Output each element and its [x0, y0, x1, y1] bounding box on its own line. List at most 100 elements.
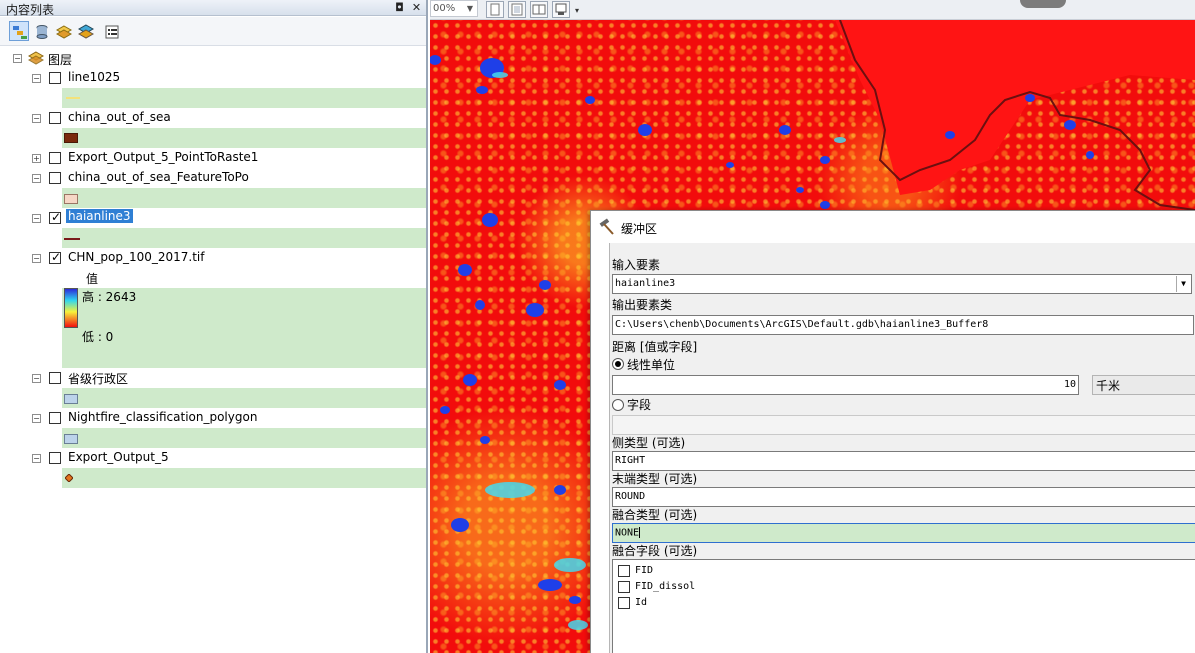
layers-root[interactable]: − 图层 — [0, 48, 426, 68]
layer-row-export-output-5[interactable]: − Export_Output_5 — [0, 448, 426, 468]
pin-icon[interactable]: ◘ — [393, 1, 406, 14]
layers-root-label: 图层 — [48, 53, 73, 67]
dissolve-field-checkbox-fid[interactable] — [618, 565, 630, 577]
collapse-icon[interactable]: − — [32, 454, 41, 463]
collapse-icon[interactable]: − — [13, 54, 22, 63]
layer-row-china-out-of-sea-featuretopo[interactable]: − china_out_of_sea_FeatureToPo — [0, 168, 426, 188]
collapse-icon[interactable]: − — [32, 414, 41, 423]
layer-row-provinces[interactable]: − 省级行政区 — [0, 368, 426, 388]
layer-name[interactable]: china_out_of_sea_FeatureToPo — [68, 170, 249, 184]
dissolve-type-label: 融合类型 (可选) — [612, 508, 698, 522]
floating-circle-widget[interactable] — [1020, 0, 1066, 8]
layer-row-chn-pop-raster[interactable]: − ✓ CHN_pop_100_2017.tif — [0, 248, 426, 268]
zoom-combo[interactable]: 00% ▼ — [430, 0, 478, 17]
distance-label: 距离 [值或字段] — [612, 340, 698, 354]
layer-name[interactable]: Nightfire_classification_polygon — [68, 410, 257, 424]
raster-legend-field: 值 — [86, 272, 99, 286]
chevron-down-icon[interactable]: ▼ — [464, 2, 476, 15]
layer-name[interactable]: CHN_pop_100_2017.tif — [68, 250, 204, 264]
toolbar-overflow-icon[interactable]: ▾ — [575, 6, 579, 15]
buffer-tool-dialog: 缓冲区 输入要素 haianline3 ▼ 输出要素类 C:\Users\che… — [590, 210, 1195, 653]
toc-title: 内容列表 — [6, 3, 55, 17]
collapse-icon[interactable]: − — [32, 374, 41, 383]
map-toolbar: 00% ▼ ▾ — [430, 0, 1195, 20]
collapse-icon[interactable]: − — [32, 174, 41, 183]
dissolve-field-checkbox-fid-dissol[interactable] — [618, 581, 630, 593]
page-layout-button[interactable] — [486, 1, 504, 18]
linear-unit-radio[interactable] — [612, 358, 624, 370]
database-icon — [36, 25, 48, 39]
chevron-down-icon[interactable]: ▼ — [1176, 276, 1190, 292]
page-icon — [490, 3, 500, 16]
layer-name[interactable]: line1025 — [68, 70, 120, 84]
layer-name[interactable]: china_out_of_sea — [68, 110, 171, 124]
output-feature-class-value: C:\Users\chenb\Documents\ArcGIS\Default.… — [615, 319, 989, 330]
end-type-select[interactable]: ROUND — [612, 487, 1195, 507]
list-by-selection-button[interactable] — [75, 21, 95, 41]
collapse-icon[interactable]: − — [32, 254, 41, 263]
side-type-value: RIGHT — [615, 455, 646, 466]
side-type-select[interactable]: RIGHT — [612, 451, 1195, 471]
linear-unit-label: 线性单位 — [627, 358, 676, 372]
layer-row-export-output-5-pointtoraste1[interactable]: + Export_Output_5_PointToRaste1 — [0, 148, 426, 168]
options-button[interactable] — [101, 21, 121, 41]
dissolve-field-list[interactable]: FID FID_dissol Id — [612, 559, 1195, 653]
layers-stack-icon — [28, 51, 44, 65]
layer-visibility-checkbox[interactable] — [49, 372, 61, 384]
layer-visibility-checkbox[interactable]: ✓ — [49, 250, 62, 264]
polygon-symbol — [64, 434, 78, 444]
distance-value-input[interactable]: 10 — [612, 375, 1079, 395]
layer-row-nightfire[interactable]: − Nightfire_classification_polygon — [0, 408, 426, 428]
layer-visibility-checkbox[interactable]: ✓ — [49, 210, 62, 224]
input-features-select[interactable]: haianline3 ▼ — [612, 274, 1192, 294]
layer-name[interactable]: Export_Output_5 — [68, 450, 169, 464]
list-by-drawing-order-button[interactable] — [9, 21, 29, 41]
end-type-label: 末端类型 (可选) — [612, 472, 698, 486]
layer-name-selected[interactable]: haianline3 — [65, 208, 134, 224]
layer-row-line1025[interactable]: − line1025 — [0, 68, 426, 88]
checkmark-icon: ✓ — [51, 250, 62, 264]
list-by-visibility-button[interactable] — [53, 21, 73, 41]
collapse-icon[interactable]: − — [32, 74, 41, 83]
layer-visibility-checkbox[interactable] — [49, 112, 61, 124]
expand-icon[interactable]: + — [32, 154, 41, 163]
layer-visibility-checkbox[interactable] — [49, 412, 61, 424]
zoom-whole-page-button[interactable] — [508, 1, 526, 18]
layer-visibility-checkbox[interactable] — [49, 452, 61, 464]
dialog-title-bar[interactable]: 缓冲区 — [591, 211, 1195, 243]
distance-unit-value: 千米 — [1096, 379, 1121, 393]
legend-patch-line1025 — [62, 88, 426, 108]
distance-unit-select[interactable]: 千米 — [1092, 375, 1195, 395]
line-symbol — [66, 97, 80, 99]
collapse-icon[interactable]: − — [32, 214, 41, 223]
dissolve-field-checkbox-id[interactable] — [618, 597, 630, 609]
layer-visibility-checkbox[interactable] — [49, 72, 61, 84]
checkmark-icon: ✓ — [51, 210, 62, 224]
collapse-icon[interactable]: − — [32, 114, 41, 123]
raster-legend-low: 低 : 0 — [82, 330, 114, 344]
color-ramp — [64, 288, 78, 328]
layer-visibility-checkbox[interactable] — [49, 152, 61, 164]
layer-row-haianline3[interactable]: − ✓ haianline3 — [0, 208, 426, 228]
layer-row-china-out-of-sea[interactable]: − china_out_of_sea — [0, 108, 426, 128]
point-symbol — [65, 474, 73, 482]
dissolve-field-label: 融合字段 (可选) — [612, 544, 698, 558]
draft-mode-icon — [555, 3, 567, 15]
layer-visibility-checkbox[interactable] — [49, 172, 61, 184]
dissolve-field-item: FID_dissol — [635, 581, 696, 592]
output-feature-class-input[interactable]: C:\Users\chenb\Documents\ArcGIS\Default.… — [612, 315, 1194, 335]
raster-legend-patch: 高 : 2643 低 : 0 — [62, 288, 426, 368]
dialog-body: 输入要素 haianline3 ▼ 输出要素类 C:\Users\chenb\D… — [609, 243, 1195, 653]
zoom-100-button[interactable] — [530, 1, 548, 18]
dissolve-type-select[interactable]: NONE — [612, 523, 1195, 543]
distance-field-select[interactable] — [612, 415, 1195, 435]
toc-toolbar — [0, 17, 426, 46]
options-list-icon — [105, 25, 119, 39]
selection-icon — [78, 24, 94, 39]
field-radio[interactable] — [612, 399, 624, 411]
layer-name[interactable]: Export_Output_5_PointToRaste1 — [68, 150, 258, 164]
toggle-draft-mode-button[interactable] — [552, 1, 570, 18]
close-icon[interactable]: ✕ — [410, 1, 423, 14]
list-by-source-button[interactable] — [31, 21, 51, 41]
layer-name[interactable]: 省级行政区 — [68, 370, 128, 387]
